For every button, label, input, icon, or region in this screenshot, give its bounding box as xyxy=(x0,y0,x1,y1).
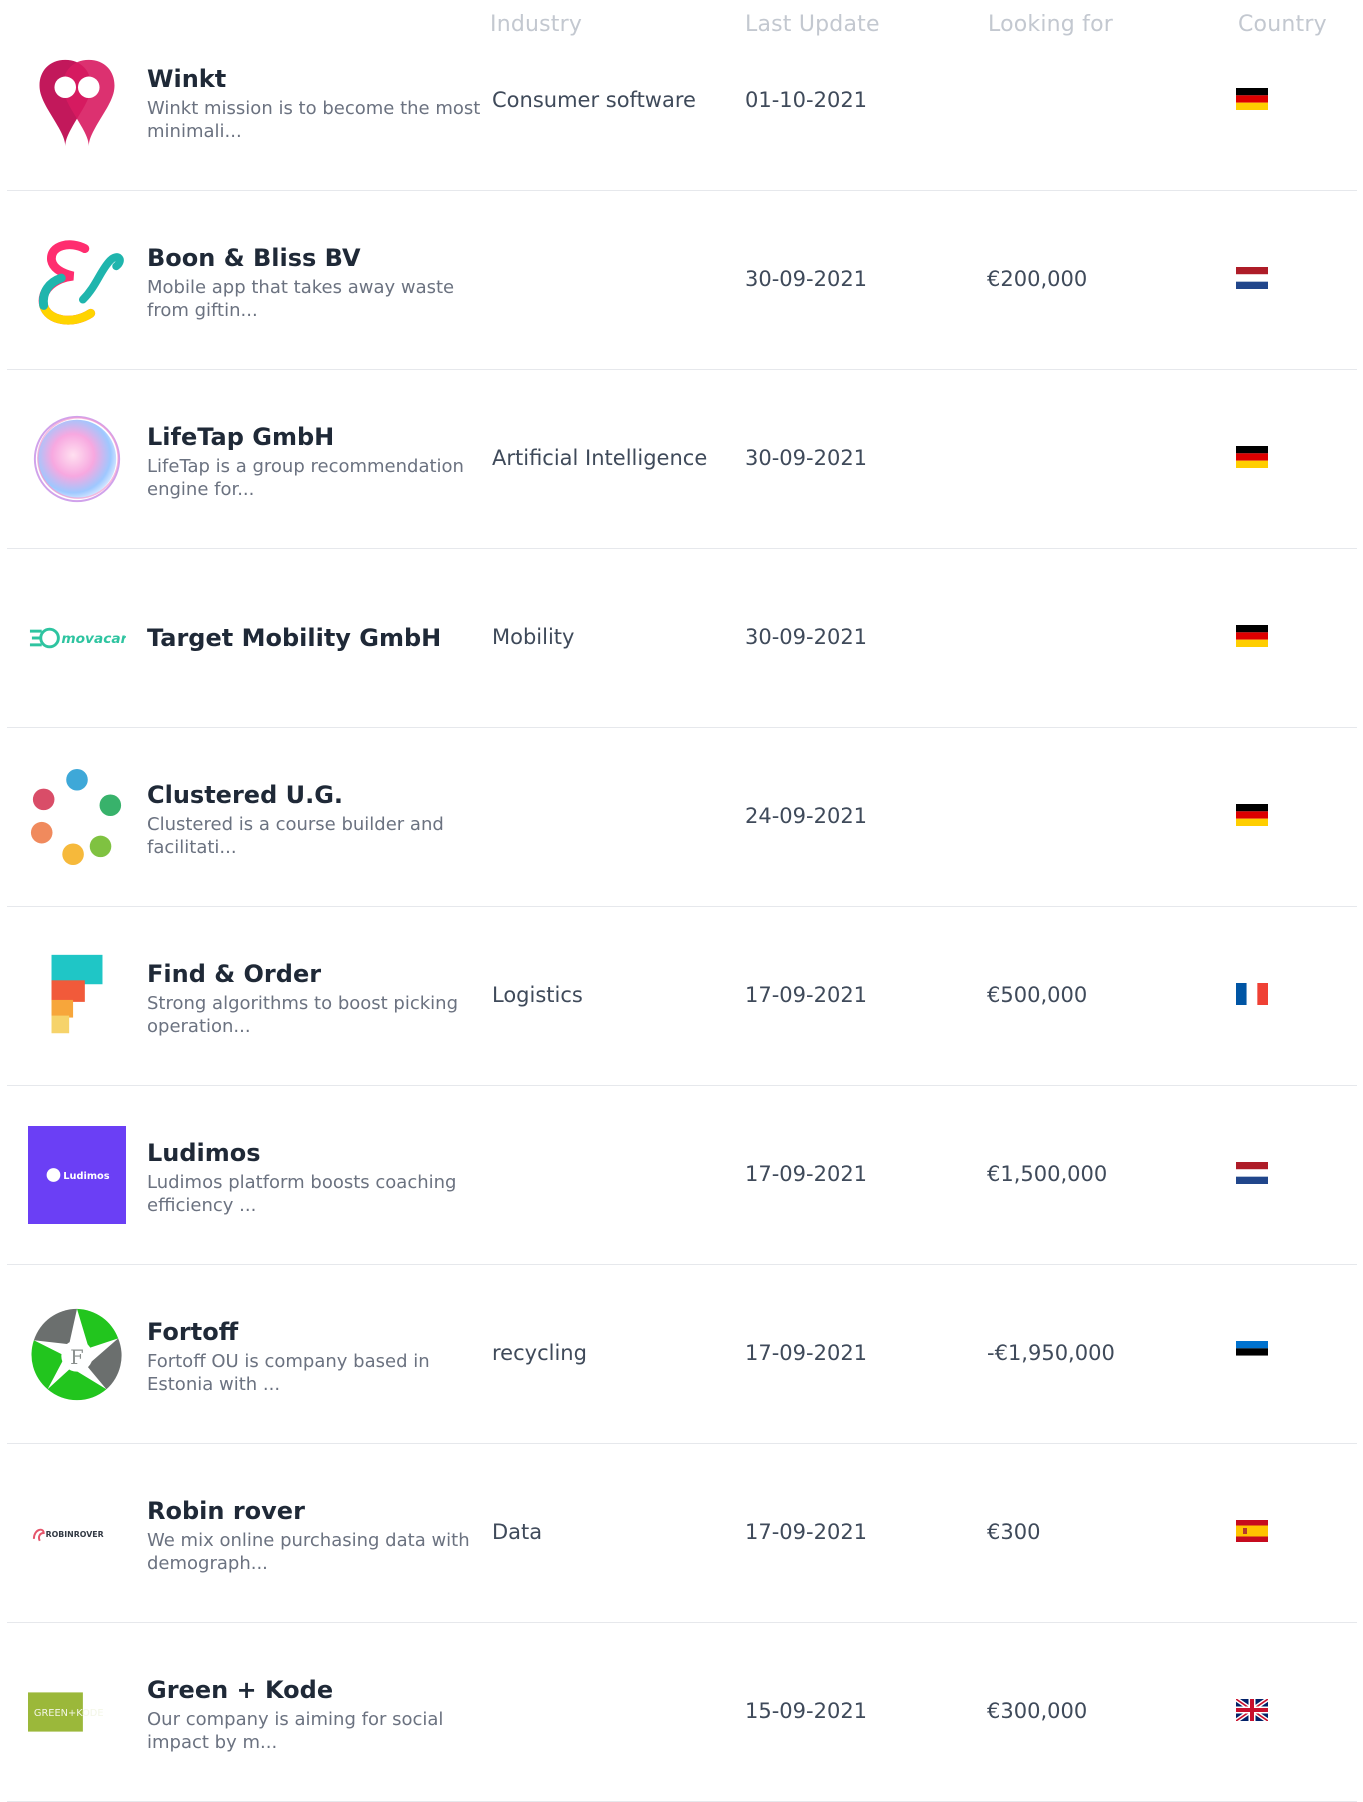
spain-flag-icon xyxy=(1236,1520,1268,1542)
startup-info: Clustered U.G. Clustered is a course bui… xyxy=(147,780,487,859)
robinrover-logo-text: ROBINROVER xyxy=(46,1530,104,1539)
ludimos-logo-text: Ludimos xyxy=(63,1171,110,1182)
startup-name[interactable]: Target Mobility GmbH xyxy=(147,623,487,653)
startup-info: Winkt Winkt mission is to become the mos… xyxy=(147,64,487,143)
table-row[interactable]: GREEN+KODE Green + Kode Our company is a… xyxy=(7,1623,1357,1802)
industry-cell: Logistics xyxy=(492,983,583,1007)
startup-description: LifeTap is a group recommendation engine… xyxy=(147,456,464,500)
startup-name[interactable]: LifeTap GmbH xyxy=(147,422,487,452)
last-update-cell: 17-09-2021 xyxy=(745,1520,868,1544)
looking-for-cell: €200,000 xyxy=(987,267,1088,291)
fortoff-logo-text: F xyxy=(70,1346,84,1369)
last-update-cell: 15-09-2021 xyxy=(745,1699,868,1723)
table-row[interactable]: ROBINROVER Robin rover We mix online pur… xyxy=(7,1444,1357,1623)
startup-name[interactable]: Robin rover xyxy=(147,1496,487,1526)
table-row[interactable]: Find & Order Strong algorithms to boost … xyxy=(7,907,1357,1086)
find-order-logo-icon xyxy=(28,947,126,1045)
startup-name[interactable]: Find & Order xyxy=(147,959,487,989)
last-update-cell: 01-10-2021 xyxy=(745,88,868,112)
last-update-cell: 30-09-2021 xyxy=(745,446,868,470)
industry-cell: recycling xyxy=(492,1341,587,1365)
greenkode-logo-text: GREEN+KODE xyxy=(34,1708,104,1719)
industry-cell: Consumer software xyxy=(492,88,696,112)
netherlands-flag-icon xyxy=(1236,267,1268,289)
startup-description: Mobile app that takes away waste from gi… xyxy=(147,277,455,321)
startup-info: Fortoff Fortoff OU is company based in E… xyxy=(147,1317,487,1396)
startup-description: Ludimos platform boosts coaching efficie… xyxy=(147,1172,457,1216)
startup-description: Fortoff OU is company based in Estonia w… xyxy=(147,1351,430,1395)
startup-description: Strong algorithms to boost picking opera… xyxy=(147,993,459,1037)
lifetap-logo-icon xyxy=(28,410,126,508)
startup-name[interactable]: Clustered U.G. xyxy=(147,780,487,810)
table-row[interactable]: F Fortoff Fortoff OU is company based in… xyxy=(7,1265,1357,1444)
startup-description: We mix online purchasing data with demog… xyxy=(147,1530,470,1574)
industry-cell: Mobility xyxy=(492,625,575,649)
ludimos-logo-icon: Ludimos xyxy=(28,1126,126,1224)
startup-info: Green + Kode Our company is aiming for s… xyxy=(147,1675,487,1754)
looking-for-cell: -€1,950,000 xyxy=(987,1341,1115,1365)
looking-for-cell: €300,000 xyxy=(987,1699,1088,1723)
robinrover-logo-icon: ROBINROVER xyxy=(28,1484,126,1582)
startup-info: Boon & Bliss BV Mobile app that takes aw… xyxy=(147,243,487,322)
startup-info: LifeTap GmbH LifeTap is a group recommen… xyxy=(147,422,487,501)
startup-name[interactable]: Fortoff xyxy=(147,1317,487,1347)
netherlands-flag-icon xyxy=(1236,1162,1268,1184)
industry-cell: Artificial Intelligence xyxy=(492,446,708,470)
last-update-cell: 24-09-2021 xyxy=(745,804,868,828)
looking-for-cell: €1,500,000 xyxy=(987,1162,1108,1186)
united-kingdom-flag-icon xyxy=(1236,1699,1268,1721)
clustered-logo-icon xyxy=(28,768,126,866)
germany-flag-icon xyxy=(1236,625,1268,647)
germany-flag-icon xyxy=(1236,88,1268,110)
last-update-cell: 30-09-2021 xyxy=(745,625,868,649)
startup-name[interactable]: Boon & Bliss BV xyxy=(147,243,487,273)
germany-flag-icon xyxy=(1236,446,1268,468)
startup-name[interactable]: Ludimos xyxy=(147,1138,487,1168)
table-row[interactable]: Ludimos Ludimos Ludimos platform boosts … xyxy=(7,1086,1357,1265)
fortoff-logo-icon: F xyxy=(28,1305,126,1403)
movacar-logo-icon: movacar xyxy=(28,589,126,687)
last-update-cell: 17-09-2021 xyxy=(745,1162,868,1186)
startup-info: Find & Order Strong algorithms to boost … xyxy=(147,959,487,1038)
startup-description: Clustered is a course builder and facili… xyxy=(147,814,444,858)
table-row[interactable]: Winkt Winkt mission is to become the mos… xyxy=(7,12,1357,191)
germany-flag-icon xyxy=(1236,804,1268,826)
startup-info: Ludimos Ludimos platform boosts coaching… xyxy=(147,1138,487,1217)
boon-bliss-logo-icon xyxy=(28,231,126,329)
startup-list: Industry Last Update Looking for Country… xyxy=(0,0,1363,1802)
startup-info: Target Mobility GmbH xyxy=(147,623,487,653)
table-row[interactable]: movacar Target Mobility GmbH Mobility 30… xyxy=(7,549,1357,728)
industry-cell: Data xyxy=(492,1520,543,1544)
table-row[interactable]: LifeTap GmbH LifeTap is a group recommen… xyxy=(7,370,1357,549)
startup-description: Our company is aiming for social impact … xyxy=(147,1709,444,1753)
last-update-cell: 30-09-2021 xyxy=(745,267,868,291)
startup-name[interactable]: Green + Kode xyxy=(147,1675,487,1705)
table-row[interactable]: Boon & Bliss BV Mobile app that takes aw… xyxy=(7,191,1357,370)
france-flag-icon xyxy=(1236,983,1268,1005)
greenkode-logo-icon: GREEN+KODE xyxy=(28,1663,126,1761)
winkt-logo-icon xyxy=(28,52,126,150)
looking-for-cell: €500,000 xyxy=(987,983,1088,1007)
startup-name[interactable]: Winkt xyxy=(147,64,487,94)
movacar-logo-text: movacar xyxy=(61,631,126,647)
startup-info: Robin rover We mix online purchasing dat… xyxy=(147,1496,487,1575)
startup-description: Winkt mission is to become the most mini… xyxy=(147,98,481,142)
last-update-cell: 17-09-2021 xyxy=(745,1341,868,1365)
looking-for-cell: €300 xyxy=(987,1520,1041,1544)
last-update-cell: 17-09-2021 xyxy=(745,983,868,1007)
estonia-flag-icon xyxy=(1236,1341,1268,1363)
table-row[interactable]: Clustered U.G. Clustered is a course bui… xyxy=(7,728,1357,907)
